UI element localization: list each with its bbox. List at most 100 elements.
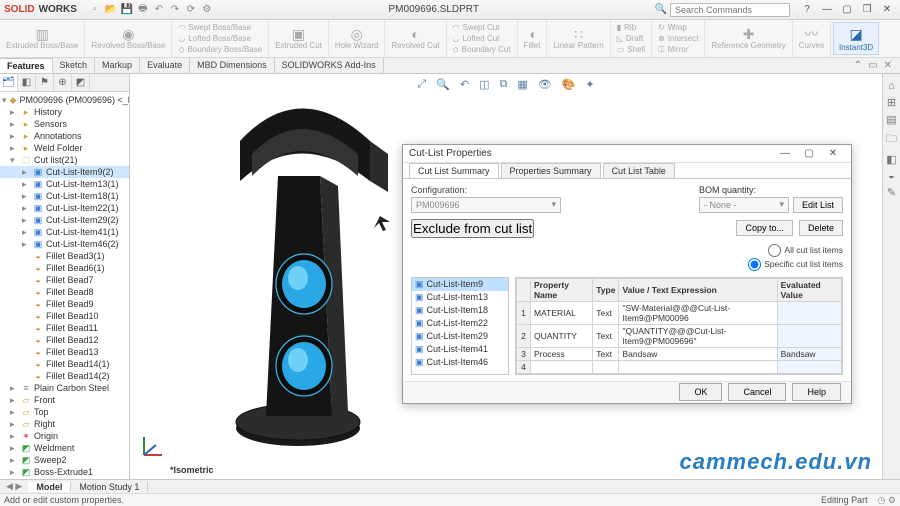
ok-button[interactable]: OK	[679, 383, 722, 401]
property-row[interactable]: 4	[517, 360, 842, 373]
revolved-cut-button[interactable]: ◐Revolved Cut	[385, 20, 446, 57]
options-icon[interactable]: ⚙	[201, 4, 213, 16]
tree-node[interactable]: ◒Fillet Bead7	[0, 274, 129, 286]
tree-node[interactable]: ▾◆PM009696 (PM009696) <_P...	[0, 94, 129, 106]
command-tab-features[interactable]: Features	[0, 58, 53, 73]
custom-props-icon[interactable]: ✎	[887, 186, 896, 199]
cancel-button[interactable]: Cancel	[728, 383, 786, 401]
curves-button[interactable]: 〰Curves	[793, 20, 831, 57]
open-icon[interactable]: 📂	[105, 4, 117, 16]
bottom-tab-model[interactable]: Model	[28, 482, 71, 492]
tree-node[interactable]: ▸◩Weldment	[0, 442, 129, 454]
cut-list-item-row[interactable]: ▣Cut-List-Item18	[412, 304, 508, 317]
exclude-from-cut-list-button[interactable]: Exclude from cut list	[411, 219, 534, 238]
tree-node[interactable]: ◒Fillet Bead6(1)	[0, 262, 129, 274]
tree-node[interactable]: ◒Fillet Bead14(2)	[0, 370, 129, 382]
tree-node[interactable]: ▸◩Cut-Extrude2	[0, 478, 129, 479]
tree-node[interactable]: ▸▣Cut-List-Item29(2)	[0, 214, 129, 226]
print-icon[interactable]: 🖶	[137, 4, 149, 16]
maximize-button[interactable]: ❐	[858, 3, 876, 17]
command-tab-evaluate[interactable]: Evaluate	[140, 58, 190, 73]
dialog-tab-properties-summary[interactable]: Properties Summary	[501, 163, 601, 178]
appearance-icon[interactable]: 🎨	[559, 78, 579, 91]
cut-list-item-row[interactable]: ▣Cut-List-Item22	[412, 317, 508, 330]
dialog-tab-cut-list-table[interactable]: Cut List Table	[603, 163, 675, 178]
configuration-manager-tab[interactable]: ⚑	[36, 74, 54, 91]
tree-node[interactable]: ▸▱Top	[0, 406, 129, 418]
tree-node[interactable]: ▸▱Front	[0, 394, 129, 406]
tree-node[interactable]: ▸▸Sensors	[0, 118, 129, 130]
tree-node[interactable]: ▸✶Origin	[0, 430, 129, 442]
display-manager-tab[interactable]: ◩	[72, 74, 90, 91]
redo-icon[interactable]: ↷	[169, 4, 181, 16]
undo-icon[interactable]: ↶	[153, 4, 165, 16]
previous-view-icon[interactable]: ↶	[457, 78, 472, 91]
tree-node[interactable]: ◒Fillet Bead10	[0, 310, 129, 322]
graphics-viewport[interactable]: ⤢ 🔍 ↶ ◫ ⧉ ▦ 👁 🎨 ✦	[130, 74, 882, 479]
instant3d-button[interactable]: ◪Instant3D	[833, 22, 879, 55]
extruded-cut-button[interactable]: ▣Extruded Cut	[269, 20, 329, 57]
delete-button[interactable]: Delete	[799, 220, 843, 236]
command-tab-markup[interactable]: Markup	[95, 58, 140, 73]
expand-ribbon-icon[interactable]: ⌃	[854, 60, 862, 71]
rebuild-icon[interactable]: ⟳	[185, 4, 197, 16]
tree-node[interactable]: ◒Fillet Bead12	[0, 334, 129, 346]
all-cut-list-items-radio[interactable]: All cut list items	[768, 244, 843, 257]
dimxpert-tab[interactable]: ⊕	[54, 74, 72, 91]
configuration-select[interactable]: PM009696▾	[411, 197, 561, 213]
feature-flyout-1[interactable]: ▮Rib ◺Draft ▭Shell	[611, 20, 652, 57]
help-icon[interactable]: ?	[798, 3, 816, 17]
property-row[interactable]: 1MATERIALText"SW-Material@@@Cut-List-Ite…	[517, 301, 842, 324]
tree-node[interactable]: ◒Fillet Bead14(1)	[0, 358, 129, 370]
view-palette-icon[interactable]: ◧	[886, 153, 896, 166]
window-layout-icon[interactable]: ▭	[868, 60, 877, 71]
minimize-button[interactable]: —	[818, 3, 836, 17]
help-button[interactable]: Help	[792, 383, 841, 401]
boss-flyout[interactable]: ◠Swept Boss/Base ◡Lofted Boss/Base ◇Boun…	[172, 20, 269, 57]
bottom-tab-motion-study-1[interactable]: Motion Study 1	[71, 482, 148, 492]
properties-table[interactable]: Property NameTypeValue / Text Expression…	[515, 277, 843, 375]
tree-node[interactable]: ▸▣Cut-List-Item18(1)	[0, 190, 129, 202]
specific-cut-list-items-radio[interactable]: Specific cut list items	[748, 258, 843, 271]
tree-node[interactable]: ◒Fillet Bead3(1)	[0, 250, 129, 262]
fillet-button[interactable]: ◖Fillet	[518, 20, 548, 57]
section-view-icon[interactable]: ◫	[476, 78, 492, 91]
file-explorer-icon[interactable]: 🗀	[886, 130, 897, 149]
dialog-close-button[interactable]: ✕	[821, 148, 845, 159]
cut-list-item-row[interactable]: ▣Cut-List-Item29	[412, 330, 508, 343]
restore-button[interactable]: ▢	[838, 3, 856, 17]
tree-node[interactable]: ▸▸History	[0, 106, 129, 118]
cut-flyout[interactable]: ◠Swept Cut ◡Lofted Cut ◇Boundary Cut	[447, 20, 518, 57]
cut-list-item-row[interactable]: ▣Cut-List-Item9	[412, 278, 508, 291]
dialog-maximize-button[interactable]: ▢	[797, 148, 821, 159]
new-icon[interactable]: ▫	[89, 4, 101, 16]
bom-quantity-select[interactable]: - None -▾	[699, 197, 789, 213]
appearances-icon[interactable]: ◒	[888, 170, 895, 182]
display-style-icon[interactable]: ▦	[514, 78, 530, 91]
tree-node[interactable]: ◒Fillet Bead9	[0, 298, 129, 310]
cut-list-item-row[interactable]: ▣Cut-List-Item13	[412, 291, 508, 304]
hide-show-icon[interactable]: 👁	[535, 78, 555, 91]
close-doc-icon[interactable]: ✕	[884, 60, 892, 71]
tree-node[interactable]: ▸▸Annotations	[0, 130, 129, 142]
copy-to-button[interactable]: Copy to...	[736, 220, 793, 236]
home-icon[interactable]: ⌂	[888, 80, 895, 92]
property-row[interactable]: 2QUANTITYText"QUANTITY@@@Cut-List-Item9@…	[517, 324, 842, 347]
property-row[interactable]: 3ProcessTextBandsawBandsaw	[517, 347, 842, 360]
dialog-tab-cut-list-summary[interactable]: Cut List Summary	[409, 163, 499, 178]
linear-pattern-button[interactable]: ∷Linear Pattern	[547, 20, 610, 57]
tree-node[interactable]: ▸▣Cut-List-Item22(1)	[0, 202, 129, 214]
hole-wizard-button[interactable]: ◎Hole Wizard	[329, 20, 386, 57]
view-orientation-icon[interactable]: ⧉	[496, 78, 510, 91]
command-tab-solidworks-add-ins[interactable]: SOLIDWORKS Add-Ins	[275, 58, 384, 73]
property-manager-tab[interactable]: ◧	[18, 74, 36, 91]
feature-tree-tab[interactable]: 🗂	[0, 74, 18, 91]
close-button[interactable]: ✕	[878, 3, 896, 17]
search-commands-input[interactable]	[670, 3, 790, 17]
extruded-boss-button[interactable]: ▥Extruded Boss/Base	[0, 20, 85, 57]
feature-flyout-2[interactable]: ↻Wrap ⊗Intersect ⎅Mirror	[652, 20, 705, 57]
tree-node[interactable]: ▸▣Cut-List-Item13(1)	[0, 178, 129, 190]
tree-node[interactable]: ▸◩Boss-Extrude1	[0, 466, 129, 478]
tree-node[interactable]: ◒Fillet Bead8	[0, 286, 129, 298]
tree-node[interactable]: ▸▸Weld Folder	[0, 142, 129, 154]
